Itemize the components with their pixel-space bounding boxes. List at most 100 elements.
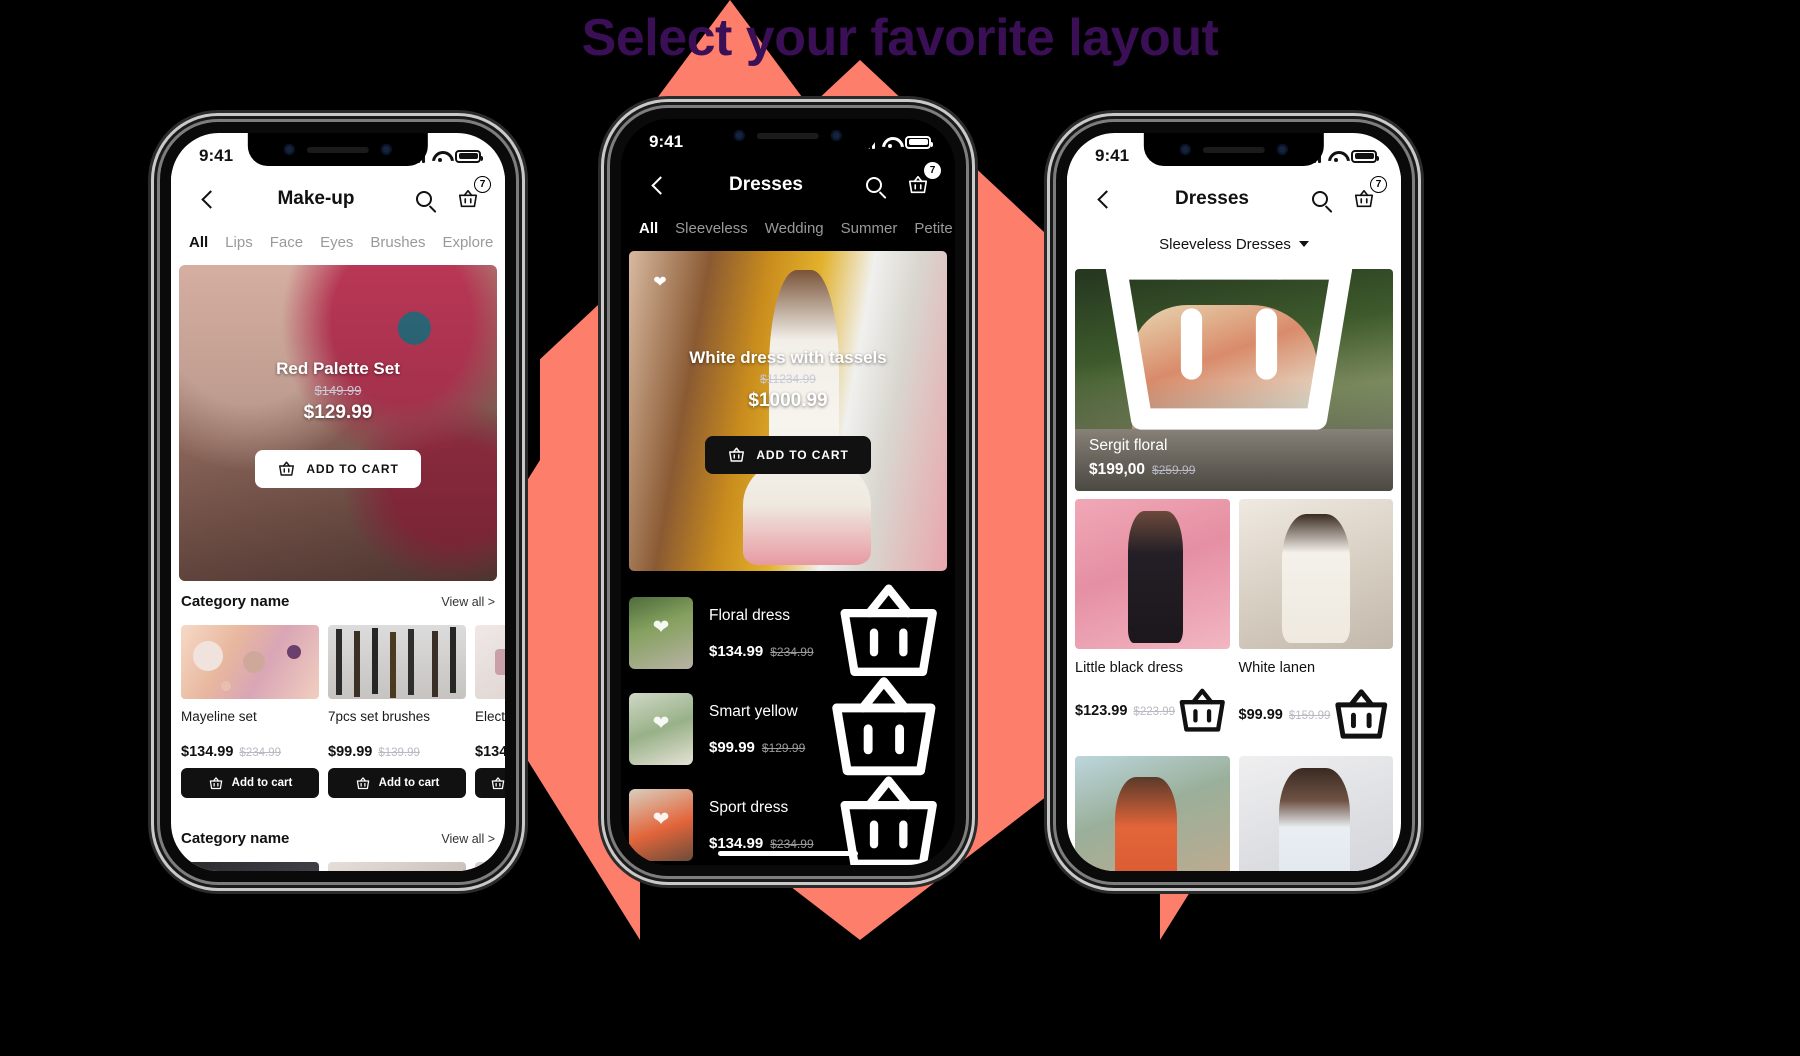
product-card[interactable] [181,862,319,871]
product-name: Smart yellow [709,702,798,720]
list-item[interactable]: ❤ Smart yellow $99.99 $129.99 [629,677,947,777]
product-card[interactable] [475,862,505,871]
product-old-price: $234.99 [770,836,814,851]
product-card[interactable]: Sport dress [1075,755,1230,871]
product-card[interactable]: White lanen $99.99 $159.99 [1238,499,1393,747]
view-all-link[interactable]: View all > [441,595,495,609]
product-old-price: $234.99 [770,644,814,659]
category-tabs-1[interactable]: All Lips Face Eyes Brushes Explore Servi… [171,225,505,259]
chevron-down-icon [1298,241,1309,247]
app-navbar-1: Make-up 7 [171,173,505,225]
search-button[interactable] [407,182,441,216]
add-to-cart-button[interactable] [1175,684,1230,739]
heart-icon: ❤ [652,616,670,639]
cart-button[interactable]: 7 [1347,176,1387,216]
hero-product-card[interactable]: Red Palette Set $149.99 $129.99 ADD TO C… [179,265,497,581]
cart-button[interactable]: 7 [901,162,941,202]
product-name: Sport dress [709,798,789,816]
search-icon [866,177,882,193]
product-row-2 [181,862,505,871]
product-price: $99.99 [328,744,373,760]
back-button[interactable] [641,168,675,202]
screenshot-root: Select your favorite layout 9:41 Make-up [0,0,1800,1056]
add-to-cart-label: Add to cart [378,777,440,789]
basket-icon [355,776,371,791]
product-image: ❤ [629,693,693,765]
app-navbar-2: Dresses 7 [621,159,955,211]
chevron-left-icon [651,175,670,195]
add-to-cart-label: ADD TO CART [306,461,399,476]
basket-icon [456,188,480,210]
product-image [1238,499,1393,649]
filter-dropdown[interactable]: Sleeveless Dresses [1067,225,1401,263]
tab-brushes[interactable]: Brushes [370,234,425,251]
search-button[interactable] [1303,182,1337,216]
product-name: 7pcs set brushes [328,709,431,724]
search-icon [416,191,432,207]
product-card[interactable]: Bluee [1238,755,1393,871]
wifi-icon [882,136,898,148]
product-image: ❤ [629,789,693,861]
product-card[interactable]: Mayeline set $134.99 $234.99 Add to cart [181,625,319,798]
tab-wedding[interactable]: Wedding [765,220,824,237]
section-title: Category name [181,593,290,610]
speaker-icon [1202,146,1265,153]
tab-sleeveless[interactable]: Sleeveless [675,220,748,237]
add-to-cart-button[interactable]: Add to cart [181,768,319,798]
cart-button[interactable]: 7 [451,176,491,216]
nav-title: Dresses [1175,188,1249,209]
product-old-price: $129.99 [761,740,806,755]
tab-petite[interactable]: Petite [914,220,952,237]
camera-icon [830,130,842,141]
add-to-cart-button[interactable]: Add to cart [328,768,466,798]
search-button[interactable] [857,168,891,202]
add-to-cart-button[interactable] [1330,684,1393,747]
category-tabs-2[interactable]: All Sleeveless Wedding Summer Petite Mid… [621,211,955,245]
product-card[interactable]: Little black dress $123.99 $223.99 [1075,499,1230,747]
nav-title: Dresses [729,174,803,195]
tab-face[interactable]: Face [270,234,303,251]
product-image [1238,755,1393,871]
product-card[interactable]: 7pcs set brushes $99.99 $139.99 Add to c… [328,625,466,798]
hero-title: Red Palette Set [276,358,400,378]
add-to-cart-button[interactable]: ADD TO CART [705,436,871,474]
product-row-1: Mayeline set $134.99 $234.99 Add to cart [181,625,505,798]
tab-all[interactable]: All [189,234,208,251]
product-old-price: $223.99 [1133,706,1175,719]
view-all-link[interactable]: View all > [441,832,495,846]
cart-badge: 7 [1370,176,1387,193]
app-navbar-3: Dresses 7 [1067,173,1401,225]
wifi-icon [1328,150,1344,162]
camera-icon [1179,144,1191,155]
hero-old-price: $149.99 [314,382,362,398]
tab-eyes[interactable]: Eyes [320,234,353,251]
back-button[interactable] [1087,182,1121,216]
speaker-icon [756,132,819,139]
product-price: $134.99 [475,744,505,760]
product-card[interactable] [328,862,466,871]
chevron-left-icon [201,189,220,209]
tab-all[interactable]: All [639,220,658,237]
back-button[interactable] [191,182,225,216]
add-to-cart-button[interactable]: ADD TO CART [255,449,421,488]
hero-product-card[interactable]: ❤ White dress with tassels $11234.99 $10… [629,251,947,571]
product-name: Electric [475,709,505,724]
basket-icon [906,174,930,196]
product-image [475,862,505,871]
wifi-icon [432,150,448,162]
add-to-cart-button[interactable] [475,768,505,798]
basket-icon [277,460,296,478]
tab-summer[interactable]: Summer [841,220,898,237]
product-name: White lanen [1238,660,1316,676]
tab-lips[interactable]: Lips [225,234,253,251]
product-card[interactable]: Electric $134.99 [475,625,505,798]
add-to-cart-button[interactable] [1079,269,1379,469]
basket-icon [1175,684,1230,739]
product-price: $99.99 [1238,707,1283,724]
tab-explore[interactable]: Explore [442,234,493,251]
product-image [181,625,319,699]
phone-notch-3 [1143,133,1325,166]
featured-product-card[interactable]: Sergit floral $199,00 $259.99 [1075,269,1393,491]
product-price: $99.99 [709,738,755,756]
cart-badge: 7 [474,176,491,193]
